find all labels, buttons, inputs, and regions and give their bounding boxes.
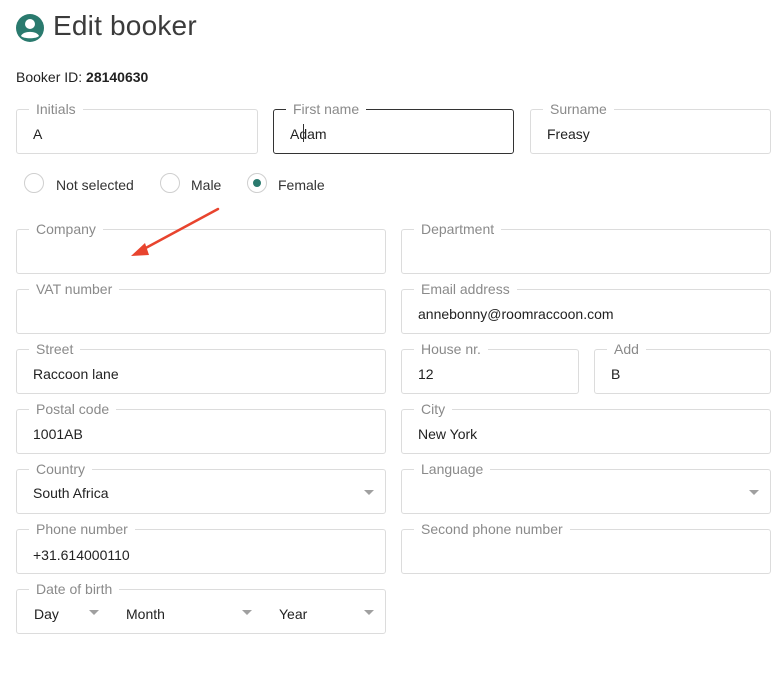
annotation-arrow-icon [131,207,220,256]
